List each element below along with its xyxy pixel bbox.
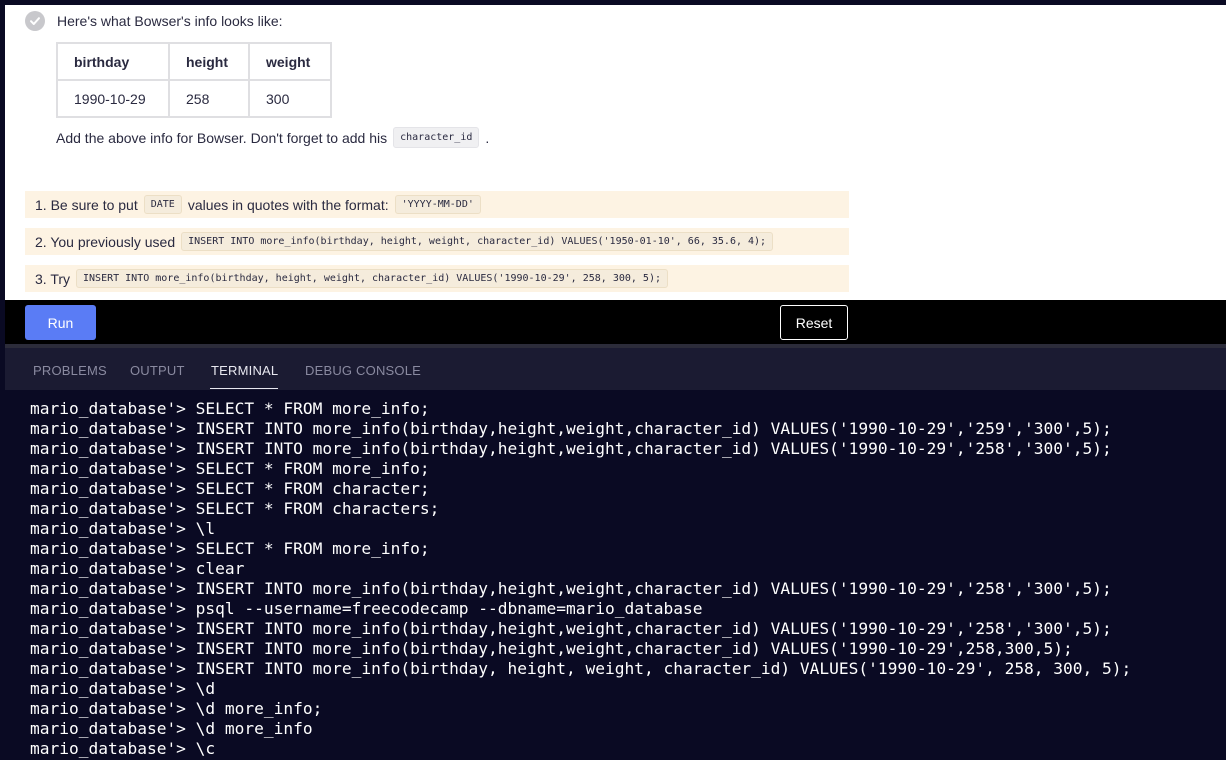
terminal-line: mario_database'> psql --username=freecod… [30,599,703,618]
run-button[interactable]: Run [25,305,96,340]
terminal-line: mario_database'> \l [30,519,216,538]
hint-3-text: 3. Try [35,270,71,287]
terminal-line: mario_database'> INSERT INTO more_info(b… [30,579,1112,598]
terminal-line: mario_database'> SELECT * FROM more_info… [30,459,430,478]
instruction-code: character_id [393,127,480,148]
intro-text: Here's what Bowser's info looks like: [57,13,283,29]
table-row: 1990-10-29 258 300 [56,79,332,118]
tab-output[interactable]: OUTPUT [130,363,185,378]
active-tab-indicator [210,388,278,389]
tab-terminal[interactable]: TERMINAL [211,363,278,378]
header-height: height [168,42,250,81]
completed-step: Here's what Bowser's info looks like: [25,10,283,32]
terminal-line: mario_database'> SELECT * FROM more_info… [30,399,430,418]
hint-1: 1. Be sure to put DATE values in quotes … [25,191,849,218]
action-bar: Run Reset [5,300,1226,344]
hint-2-text: 2. You previously used [35,233,176,250]
terminal-line: mario_database'> INSERT INTO more_info(b… [30,659,1132,678]
check-circle-icon [25,11,45,31]
hint-3: 3. Try INSERT INTO more_info(birthday, h… [25,265,849,292]
tab-problems[interactable]: PROBLEMS [33,363,107,378]
terminal-line: mario_database'> SELECT * FROM character… [30,479,430,498]
terminal-line: mario_database'> INSERT INTO more_info(b… [30,639,1073,658]
terminal-line: mario_database'> clear [30,559,245,578]
header-birthday: birthday [56,42,170,81]
terminal-line: mario_database'> SELECT * FROM more_info… [30,539,430,558]
hint-1-text-2: values in quotes with the format: [187,196,389,213]
hint-1-code-2: 'YYYY-MM-DD' [394,195,481,214]
terminal-output[interactable]: mario_database'> SELECT * FROM more_info… [5,390,1226,760]
terminal-line: mario_database'> \d more_info [30,719,313,738]
terminal-line: mario_database'> INSERT INTO more_info(b… [30,439,1112,458]
terminal-line: mario_database'> INSERT INTO more_info(b… [30,419,1112,438]
instruction: Add the above info for Bowser. Don't for… [56,127,489,148]
cell-height: 258 [168,79,250,118]
terminal-line: mario_database'> SELECT * FROM character… [30,499,440,518]
terminal-line: mario_database'> \d [30,679,216,698]
terminal-line: mario_database'> \d more_info; [30,699,323,718]
cell-birthday: 1990-10-29 [56,79,170,118]
table-header-row: birthday height weight [56,42,332,81]
tab-debug-console[interactable]: DEBUG CONSOLE [305,363,421,378]
instruction-end: . [485,129,490,146]
terminal-line: mario_database'> \c [30,739,216,758]
hint-1-text: 1. Be sure to put [35,196,138,213]
lesson-panel: Here's what Bowser's info looks like: bi… [5,5,1226,300]
hint-3-code: INSERT INTO more_info(birthday, height, … [76,269,668,288]
hint-2-code: INSERT INTO more_info(birthday, height, … [181,232,774,251]
cell-weight: 300 [248,79,332,118]
bowser-info-table: birthday height weight 1990-10-29 258 30… [56,42,332,118]
hint-2: 2. You previously used INSERT INTO more_… [25,228,849,255]
terminal-line: mario_database'> INSERT INTO more_info(b… [30,619,1112,638]
instruction-text: Add the above info for Bowser. Don't for… [56,129,388,146]
panel-tabs: PROBLEMS OUTPUT TERMINAL DEBUG CONSOLE [5,348,1226,390]
reset-button[interactable]: Reset [780,305,848,340]
header-weight: weight [248,42,332,81]
hint-1-code: DATE [143,195,182,214]
